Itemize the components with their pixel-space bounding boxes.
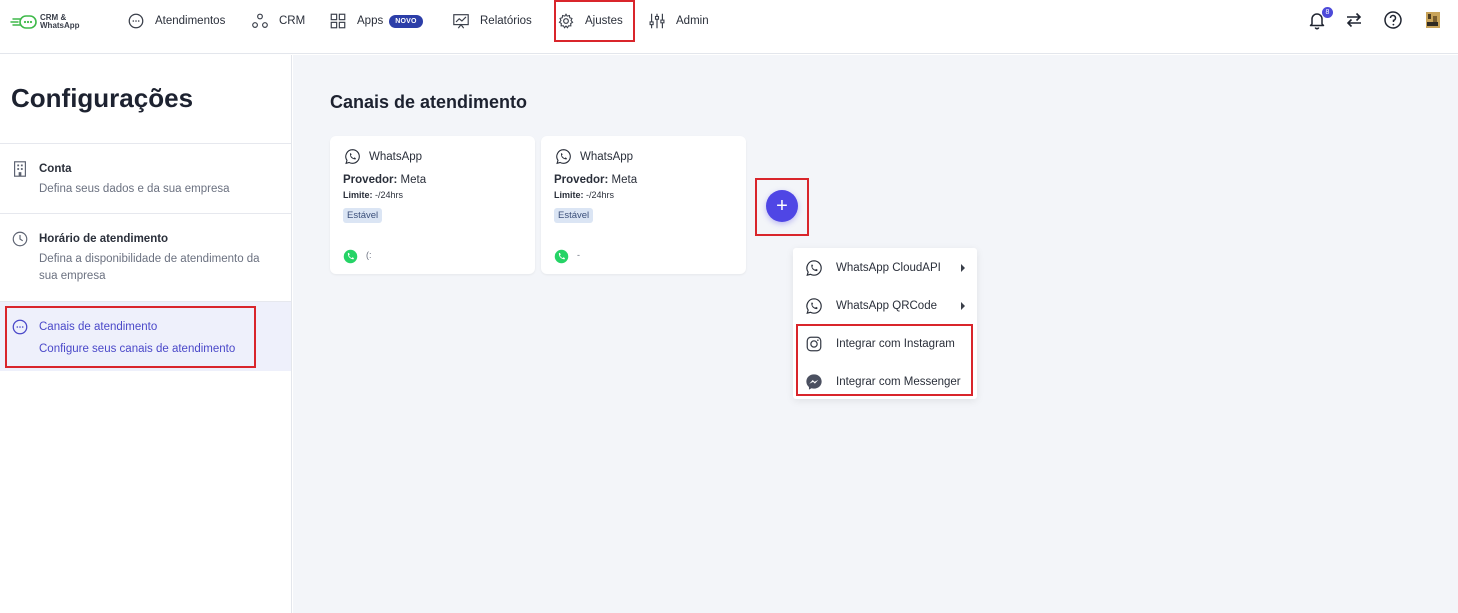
nav-relatorios[interactable]: Relatórios: [452, 0, 532, 42]
logo-text-line2: WhatsApp: [40, 21, 80, 30]
main-content: Canais de atendimento WhatsApp Provedor:…: [293, 55, 1458, 613]
app-logo[interactable]: CRM & WhatsApp: [10, 12, 90, 32]
top-bar: CRM & WhatsApp Atendimentos CRM Apps NOV…: [0, 0, 1458, 54]
chat-bubble-icon: [128, 13, 144, 29]
whatsapp-outline-icon: [806, 260, 822, 277]
building-icon: [14, 161, 26, 177]
page-title: Canais de atendimento: [330, 92, 528, 112]
channel-number: (:: [366, 250, 372, 260]
nav-relatorios-label: Relatórios: [480, 15, 532, 27]
apps-grid-icon: [330, 13, 346, 29]
nav-apps-label: Apps: [357, 15, 384, 27]
help-button[interactable]: [1383, 10, 1403, 32]
clock-icon: [12, 231, 28, 247]
sidebar-item-description: Defina a disponibilidade de atendimento …: [39, 253, 260, 282]
limit-label: Limite:: [343, 190, 373, 200]
provider-value: Meta: [400, 174, 427, 186]
crm-nodes-icon: [252, 13, 268, 28]
menu-item-whatsapp-qrcode[interactable]: WhatsApp QRCode: [793, 287, 977, 325]
channel-card[interactable]: WhatsApp Provedor: Meta Limite: -/24hrs …: [541, 136, 746, 274]
novo-badge: NOVO: [389, 14, 423, 28]
sidebar-item-horario[interactable]: Horário de atendimento Defina a disponib…: [0, 213, 291, 301]
caret-right-icon: [961, 302, 965, 310]
switch-button[interactable]: [1344, 10, 1364, 32]
help-circle-icon: [1384, 11, 1402, 29]
provider-label: Provedor:: [554, 174, 609, 186]
channel-name: WhatsApp: [580, 150, 634, 163]
whatsapp-status-icon: [343, 249, 358, 264]
integrations-highlight: [796, 324, 973, 396]
nav-crm[interactable]: CRM: [251, 0, 305, 42]
status-badge: Estável: [343, 208, 383, 223]
ajustes-highlight: [554, 0, 635, 42]
avatar-icon: [1426, 12, 1440, 28]
channel-card[interactable]: WhatsApp Provedor: Meta Limite: -/24hrs …: [330, 136, 535, 274]
menu-item-whatsapp-cloudapi[interactable]: WhatsApp CloudAPI: [793, 249, 977, 287]
channel-number: -: [577, 250, 580, 260]
nav-admin[interactable]: Admin: [648, 0, 709, 42]
sidebar-item-label: Horário de atendimento: [39, 233, 169, 245]
settings-sidebar: Configurações Conta Defina seus dados e …: [0, 55, 292, 613]
menu-item-label: WhatsApp CloudAPI: [836, 262, 941, 274]
nav-apps[interactable]: Apps NOVO: [329, 0, 423, 42]
avatar[interactable]: [1423, 10, 1443, 32]
whatsapp-outline-icon: [345, 149, 360, 165]
menu-item-label: WhatsApp QRCode: [836, 300, 937, 312]
swap-arrows-icon: [1346, 12, 1362, 28]
notifications-button[interactable]: 8: [1307, 7, 1333, 32]
whatsapp-outline-icon: [806, 298, 822, 315]
channel-name: WhatsApp: [369, 150, 423, 163]
notification-count: 8: [1322, 7, 1333, 18]
sidebar-item-description: Defina seus dados e da sua empresa: [39, 183, 230, 195]
canais-highlight: [5, 306, 256, 368]
whatsapp-outline-icon: [556, 149, 571, 165]
limit-value: -/24hrs: [586, 190, 615, 200]
nav-atendimentos-label: Atendimentos: [155, 15, 226, 27]
nav-atendimentos[interactable]: Atendimentos: [127, 0, 225, 42]
sidebar-item-label: Conta: [39, 163, 72, 175]
sliders-icon: [649, 13, 665, 29]
logo-icon: [10, 15, 37, 29]
sidebar-item-conta[interactable]: Conta Defina seus dados e da sua empresa: [0, 143, 291, 213]
caret-right-icon: [961, 264, 965, 272]
limit-value: -/24hrs: [375, 190, 404, 200]
limit-label: Limite:: [554, 190, 584, 200]
provider-label: Provedor:: [343, 174, 398, 186]
sidebar-title: Configurações: [11, 83, 194, 113]
status-badge: Estável: [554, 208, 594, 223]
nav-crm-label: CRM: [279, 15, 306, 27]
provider-value: Meta: [611, 174, 638, 186]
report-chart-icon: [453, 14, 469, 29]
add-button-highlight: [755, 178, 809, 236]
nav-admin-label: Admin: [676, 15, 709, 27]
whatsapp-status-icon: [554, 249, 569, 264]
